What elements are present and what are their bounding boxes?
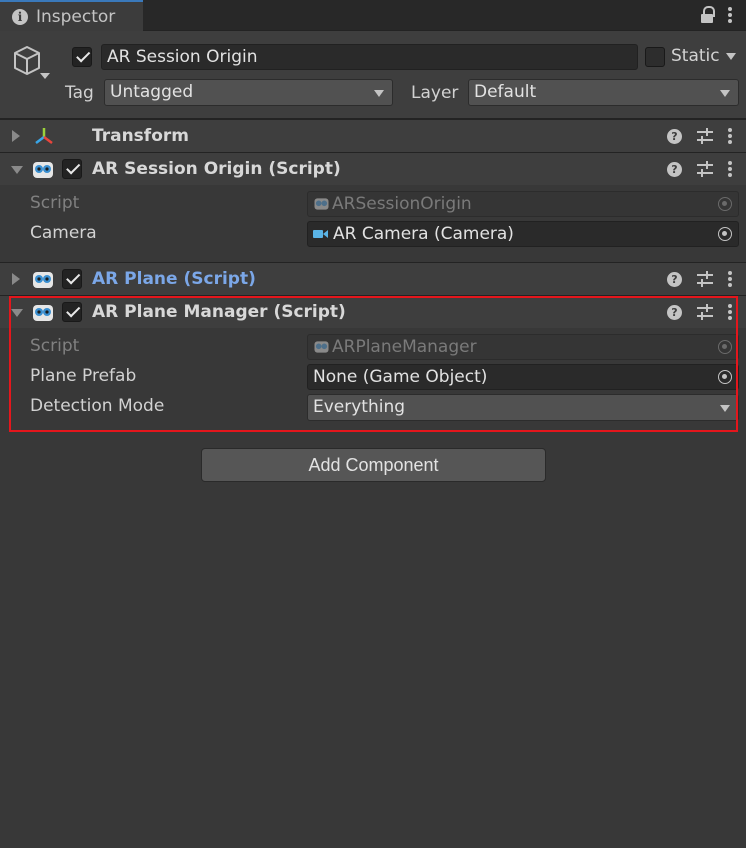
property-row: Plane Prefab None (Game Object) bbox=[0, 362, 746, 392]
layer-label: Layer bbox=[411, 83, 459, 103]
property-label: Script bbox=[30, 193, 80, 213]
gameobject-name-field[interactable]: AR Session Origin bbox=[101, 44, 638, 70]
foldout-arrow-icon[interactable] bbox=[12, 130, 20, 142]
tag-value: Untagged bbox=[110, 82, 194, 102]
camera-field[interactable]: AR Camera (Camera) bbox=[307, 221, 739, 247]
static-checkbox[interactable] bbox=[645, 47, 665, 67]
tag-label: Tag bbox=[65, 83, 94, 103]
component-menu-icon[interactable] bbox=[728, 161, 732, 177]
help-icon[interactable]: ? bbox=[667, 304, 682, 320]
transform-gizmo-icon bbox=[35, 128, 53, 144]
property-value: AR Camera (Camera) bbox=[333, 224, 514, 244]
add-component-button[interactable]: Add Component bbox=[201, 448, 546, 482]
script-icon bbox=[33, 272, 53, 288]
foldout-arrow-icon[interactable] bbox=[11, 166, 23, 174]
gameobject-active-checkbox[interactable] bbox=[72, 47, 92, 67]
component-title: Transform bbox=[92, 126, 189, 146]
component-title: AR Plane Manager (Script) bbox=[92, 302, 346, 322]
more-options-icon[interactable] bbox=[728, 7, 732, 23]
icon-dropdown-caret-icon[interactable] bbox=[40, 73, 50, 79]
object-picker-icon bbox=[718, 340, 732, 354]
property-label: Script bbox=[30, 336, 80, 356]
property-row: Script ARSessionOrigin bbox=[0, 189, 746, 219]
info-icon: i bbox=[12, 8, 28, 25]
gameobject-header: AR Session Origin Static Tag Untagged La… bbox=[0, 31, 746, 119]
script-icon bbox=[314, 341, 329, 353]
tab-inspector[interactable]: i Inspector bbox=[0, 0, 143, 31]
component-menu-icon[interactable] bbox=[728, 128, 732, 144]
component-ar-session-origin[interactable]: AR Session Origin (Script) ? bbox=[0, 152, 746, 185]
static-dropdown-caret-icon[interactable] bbox=[726, 53, 736, 60]
camera-icon bbox=[313, 228, 329, 240]
chevron-down-icon bbox=[374, 90, 384, 97]
chevron-down-icon bbox=[720, 90, 730, 97]
gameobject-cube-icon[interactable] bbox=[12, 45, 42, 77]
script-field: ARPlaneManager bbox=[307, 334, 739, 360]
property-value: ARSessionOrigin bbox=[332, 194, 472, 214]
chevron-down-icon bbox=[720, 405, 730, 412]
property-label: Camera bbox=[30, 223, 97, 243]
help-icon[interactable]: ? bbox=[667, 161, 682, 177]
object-picker-icon bbox=[718, 197, 732, 211]
property-label: Plane Prefab bbox=[30, 366, 137, 386]
property-value: None (Game Object) bbox=[313, 367, 488, 387]
object-picker-icon[interactable] bbox=[718, 227, 732, 241]
object-picker-icon[interactable] bbox=[718, 370, 732, 384]
static-label: Static bbox=[671, 46, 720, 66]
presets-icon[interactable] bbox=[697, 271, 713, 287]
tab-bar: i Inspector bbox=[0, 0, 746, 31]
layer-dropdown[interactable]: Default bbox=[468, 79, 739, 106]
component-ar-plane-manager[interactable]: AR Plane Manager (Script) ? bbox=[0, 295, 746, 328]
component-enabled-checkbox[interactable] bbox=[62, 269, 82, 289]
tag-dropdown[interactable]: Untagged bbox=[104, 79, 393, 106]
script-field: ARSessionOrigin bbox=[307, 191, 739, 217]
help-icon[interactable]: ? bbox=[667, 271, 682, 287]
script-icon bbox=[314, 198, 329, 210]
property-value: ARPlaneManager bbox=[332, 337, 477, 357]
component-transform[interactable]: Transform ? bbox=[0, 119, 746, 152]
property-row: Camera AR Camera (Camera) bbox=[0, 219, 746, 249]
property-value: Everything bbox=[313, 397, 406, 417]
layer-value: Default bbox=[474, 82, 537, 102]
component-menu-icon[interactable] bbox=[728, 271, 732, 287]
detection-mode-dropdown[interactable]: Everything bbox=[307, 394, 739, 421]
presets-icon[interactable] bbox=[697, 304, 713, 320]
script-icon bbox=[33, 305, 53, 321]
plane-prefab-field[interactable]: None (Game Object) bbox=[307, 364, 739, 390]
tab-title: Inspector bbox=[36, 6, 116, 27]
component-enabled-checkbox[interactable] bbox=[62, 159, 82, 179]
lock-icon[interactable] bbox=[700, 6, 715, 24]
component-title: AR Plane (Script) bbox=[92, 269, 256, 289]
foldout-arrow-icon[interactable] bbox=[11, 309, 23, 317]
help-icon[interactable]: ? bbox=[667, 128, 682, 144]
component-ar-plane[interactable]: AR Plane (Script) ? bbox=[0, 262, 746, 295]
property-label: Detection Mode bbox=[30, 396, 165, 416]
presets-icon[interactable] bbox=[697, 161, 713, 177]
script-icon bbox=[33, 162, 53, 178]
property-row: Detection Mode Everything bbox=[0, 392, 746, 422]
component-menu-icon[interactable] bbox=[728, 304, 732, 320]
component-title: AR Session Origin (Script) bbox=[92, 159, 341, 179]
presets-icon[interactable] bbox=[697, 128, 713, 144]
component-enabled-checkbox[interactable] bbox=[62, 302, 82, 322]
foldout-arrow-icon[interactable] bbox=[12, 273, 20, 285]
property-row: Script ARPlaneManager bbox=[0, 332, 746, 362]
